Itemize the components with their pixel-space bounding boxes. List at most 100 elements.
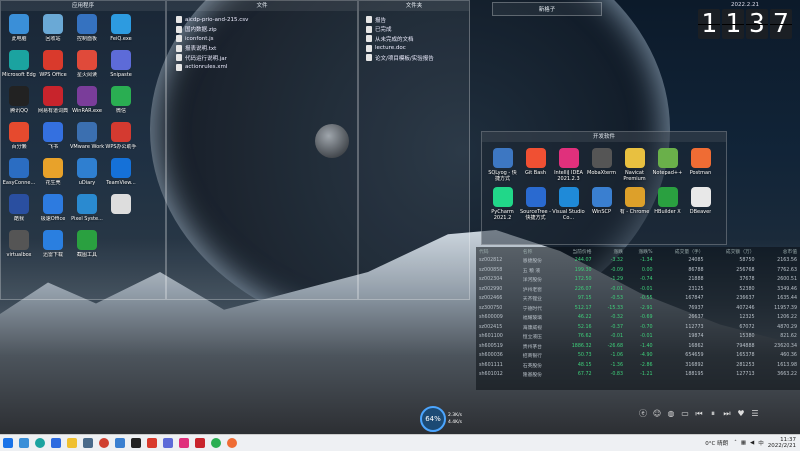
desktop-icon-item[interactable]: 星火阅读	[71, 50, 103, 78]
dev-app-item[interactable]: Visual Studio Co...	[552, 187, 585, 221]
heart-icon[interactable]: ♥	[736, 409, 746, 419]
folder-item[interactable]: 从未完成的文档	[366, 34, 434, 44]
desktop-icon-item[interactable]	[105, 194, 137, 222]
taskbar-photos-icon[interactable]	[115, 438, 125, 448]
folder-item[interactable]: 已完成	[366, 25, 434, 35]
taskbar-intellij-icon[interactable]	[179, 438, 189, 448]
folder-item[interactable]: 论文/项目模板/实验报告	[366, 53, 434, 63]
desktop-icon-item[interactable]: WPS办公助手	[105, 122, 137, 150]
network-monitor-widget[interactable]: 64% 2.3K/s 4.4K/s	[420, 406, 462, 432]
stock-cell: -0.70	[640, 324, 653, 330]
weather-status[interactable]: 0°C 晴朗	[705, 439, 728, 447]
desktop-icon-item[interactable]: 截图工具	[71, 230, 103, 258]
stock-row[interactable]: sz002990 泸州老窖 226.07 -0.01 -0.01 23125 52380 33…	[476, 285, 800, 295]
volume-icon[interactable]: ◀	[750, 440, 754, 446]
fence-new[interactable]: 新格子	[492, 2, 602, 16]
dev-app-item[interactable]: Notepad++	[651, 148, 684, 182]
gamepad-icon[interactable]: ◍	[666, 409, 676, 419]
network-icon[interactable]: ▦	[741, 440, 746, 446]
desktop-icon-item[interactable]: EasyConne...	[3, 158, 35, 186]
desktop-icon-item[interactable]: WinRAR.exe	[71, 86, 103, 114]
stock-row[interactable]: sh600009 福耀玻璃 46.22 -0.32 -0.69 26637 12325 120…	[476, 313, 800, 323]
stock-widget: 代码 名称 当前价格 涨跌 涨跌% 成交量（手） 成交额（万） 总市值 sz002812 恩捷股…	[476, 247, 800, 390]
taskbar-computer-icon[interactable]	[19, 438, 29, 448]
stock-row[interactable]: sz002812 恩捷股份 244.07 -3.32 -1.34 24085 58750 21…	[476, 256, 800, 266]
desktop-icon-item[interactable]: TeamView...	[105, 158, 137, 186]
tray-date[interactable]: 2022/2/21	[768, 443, 796, 449]
file-item[interactable]: actionrules.xml	[176, 63, 248, 73]
taskbar-feishu-icon[interactable]	[51, 438, 61, 448]
stock-row[interactable]: sz000858 五 粮 液 199.30 -0.09 0.00 86788 256768 7…	[476, 266, 800, 276]
dev-app-item[interactable]: HBuilder X	[651, 187, 684, 221]
stock-row[interactable]: sz002304 洋河股份 172.50 -1.29 -0.74 21888 37678 26…	[476, 275, 800, 285]
ime-icon[interactable]: 中	[758, 439, 764, 447]
browser-icon[interactable]: ⓔ	[638, 409, 648, 419]
dev-app-item[interactable]: Navicat Premium	[618, 148, 651, 182]
desktop-icon-item[interactable]: Microsoft Edge	[2, 50, 36, 78]
desktop-icon-item[interactable]: 控制面板	[71, 14, 103, 42]
previous-icon[interactable]: ⏮	[694, 409, 704, 419]
stock-row[interactable]: sh601111 石英股份 48.15 -1.36 -2.86 316892 281253 1…	[476, 361, 800, 371]
taskbar-postman-icon[interactable]	[227, 438, 237, 448]
taskbar-chrome-icon[interactable]	[99, 438, 109, 448]
desktop-icon-item[interactable]: 此电脑	[3, 14, 35, 42]
desktop-icon-item[interactable]: WPS Office	[37, 50, 69, 78]
desktop-icon-item[interactable]: VMware Workstati...	[70, 122, 104, 150]
taskbar-wechat-icon[interactable]	[211, 438, 221, 448]
file-item[interactable]: 报表说明.txt	[176, 44, 248, 54]
pause-icon[interactable]: ⏸	[708, 409, 718, 419]
desktop-icon-item[interactable]: 百分懒	[3, 122, 35, 150]
chat-icon[interactable]: ▭	[680, 409, 690, 419]
taskbar-snipaste-icon[interactable]	[163, 438, 173, 448]
desktop-icon-item[interactable]: 回收站	[37, 14, 69, 42]
dev-app-item[interactable]: IntelliJ IDEA 2021.2.3	[552, 148, 585, 182]
file-item[interactable]: iconfont.js	[176, 34, 248, 44]
stock-row[interactable]: sz300750 宁德时代 512.17 -15.33 -2.91 76937 407246…	[476, 304, 800, 314]
taskbar-wps-icon[interactable]	[147, 438, 157, 448]
stock-row[interactable]: sh601100 恒立液压 76.62 -0.01 -0.01 19874 15380 821…	[476, 332, 800, 342]
taskbar-terminal-icon[interactable]	[131, 438, 141, 448]
dev-app-item[interactable]: DBeaver	[684, 187, 717, 221]
desktop-icon-item[interactable]: FeiQ.exe	[105, 14, 137, 42]
desktop-icon-item[interactable]: 微信	[105, 86, 137, 114]
desktop-icon-item[interactable]: virtualbox	[3, 230, 35, 258]
dev-app-item[interactable]: SQLyog - 快捷方式	[486, 148, 519, 182]
desktop-icon-item[interactable]: 酷我	[3, 194, 35, 222]
desktop-icon-item[interactable]: 极速Office	[37, 194, 69, 222]
file-item[interactable]: aicdp-prio-and-215.csv	[176, 15, 248, 25]
start-icon[interactable]	[3, 438, 13, 448]
folder-item[interactable]: lecture.doc	[366, 44, 434, 54]
taskbar-youdao-icon[interactable]	[195, 438, 205, 448]
desktop-icon-item[interactable]: 迅雷下载	[37, 230, 69, 258]
stock-row[interactable]: sh600036 招商银行 50.73 -1.06 -4.90 654659 165378 4…	[476, 351, 800, 361]
stock-row[interactable]: sz002466 天齐锂业 97.15 -0.53 -0.55 167847 236637 1…	[476, 294, 800, 304]
desktop-icon-item[interactable]: 网易有道词典	[37, 86, 69, 114]
next-icon[interactable]: ⏭	[722, 409, 732, 419]
dev-app-item[interactable]: 有 - Chrome	[618, 187, 651, 221]
taskbar-folder-icon[interactable]	[67, 438, 77, 448]
stock-row[interactable]: sh601012 隆基股份 67.72 -0.83 -1.21 188195 127713 3…	[476, 370, 800, 380]
file-item[interactable]: 代码运行说明.jar	[176, 53, 248, 63]
dev-app-item[interactable]: PyCharm 2021.2	[486, 187, 519, 221]
dev-app-item[interactable]: MobaXterm	[585, 148, 618, 182]
desktop-icon-item[interactable]: 花生壳	[37, 158, 69, 186]
fence-dev[interactable]: 开发软件 SQLyog - 快捷方式 Git Bash IntelliJ IDEA …	[481, 131, 727, 245]
dev-app-item[interactable]: Git Bash	[519, 148, 552, 182]
list-icon[interactable]: ☰	[750, 409, 760, 419]
desktop-icon-item[interactable]: 飞书	[37, 122, 69, 150]
desktop-icon-item[interactable]: uDiary	[71, 158, 103, 186]
stock-row[interactable]: sh600519 贵州茅台 1886.32 -26.68 -1.40 16862 79488…	[476, 342, 800, 352]
taskbar-edge-icon[interactable]	[35, 438, 45, 448]
desktop-icon-item[interactable]: 腾讯QQ	[3, 86, 35, 114]
taskbar-app-icon[interactable]	[83, 438, 93, 448]
dev-app-item[interactable]: SourceTree - 快捷方式	[519, 187, 552, 221]
file-item[interactable]: 国内数据.zip	[176, 25, 248, 35]
smile-icon[interactable]: ☺	[652, 409, 662, 419]
dev-app-item[interactable]: Postman	[684, 148, 717, 182]
desktop-icon-item[interactable]: Pixel Syste...	[71, 194, 103, 222]
desktop-icon-item[interactable]: Snipaste	[105, 50, 137, 78]
stock-row[interactable]: sz002415 海康威视 52.16 -0.37 -0.70 112773 67072 48…	[476, 323, 800, 333]
dev-app-item[interactable]: WinSCP	[585, 187, 618, 221]
folder-item[interactable]: 报告	[366, 15, 434, 25]
tray-arrow-icon[interactable]: ˄	[734, 440, 737, 446]
